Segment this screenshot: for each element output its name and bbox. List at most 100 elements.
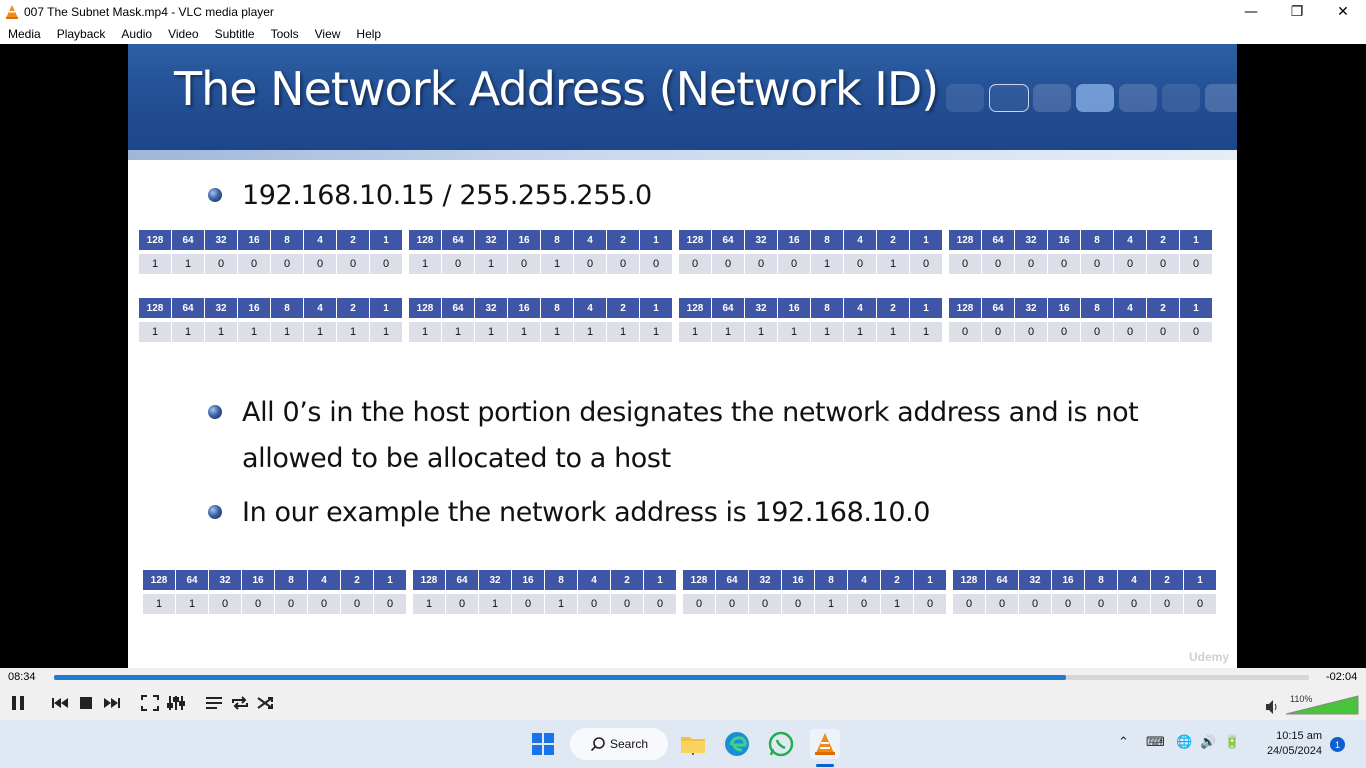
menu-help[interactable]: Help	[348, 27, 389, 41]
stop-button[interactable]	[74, 692, 98, 714]
bit-weight-cell: 4	[574, 298, 606, 318]
octet-3: 128 64 32 16 8 4 2 1 0 0 0 0 1 0 1 0	[679, 230, 943, 274]
bit-weight-cell: 1	[640, 298, 672, 318]
bit-weight-cell: 64	[712, 298, 744, 318]
header-stripe	[128, 150, 1237, 160]
menu-audio[interactable]: Audio	[113, 27, 160, 41]
bit-value-row: 10101000	[413, 590, 677, 614]
bit-value-row: 11111111	[679, 318, 943, 342]
bit-weight-cell: 4	[308, 570, 340, 590]
keyboard-icon[interactable]: ⌨	[1146, 735, 1165, 750]
octet-3: 128 64 32 16 8 4 2 1 0 0 0 0 1 0 1 0	[683, 570, 947, 614]
notification-badge[interactable]: 1	[1330, 737, 1345, 752]
bit-value-cell: 1	[607, 322, 639, 342]
bit-weight-cell: 128	[949, 298, 981, 318]
vlc-app-icon	[6, 4, 18, 19]
bit-value-cell: 0	[683, 594, 715, 614]
bullet-line-2: allowed to be allocated to a host	[242, 443, 671, 474]
extended-settings-button[interactable]	[164, 692, 188, 714]
menu-media[interactable]: Media	[0, 27, 49, 41]
bit-weight-cell: 64	[442, 230, 474, 250]
previous-button[interactable]	[48, 692, 72, 714]
playlist-button[interactable]	[202, 692, 226, 714]
start-button[interactable]	[528, 729, 558, 759]
clock-date: 24/05/2024	[1266, 745, 1322, 757]
bullet-ip-mask: 192.168.10.15 / 255.255.255.0	[208, 173, 652, 219]
bit-weight-cell: 8	[815, 570, 847, 590]
bit-weight-cell: 16	[1048, 298, 1080, 318]
bit-weight-cell: 1	[910, 298, 942, 318]
remaining-time[interactable]: -02:04	[1326, 671, 1357, 683]
equalizer-icon	[167, 696, 185, 710]
close-button[interactable]: ✕	[1320, 0, 1366, 23]
elapsed-time[interactable]: 08:34	[8, 671, 36, 683]
bit-value-cell: 1	[910, 322, 942, 342]
bit-value-cell: 1	[811, 254, 843, 274]
bit-weight-cell: 4	[848, 570, 880, 590]
bit-value-cell: 1	[877, 254, 909, 274]
search-label: Search	[610, 737, 649, 751]
taskbar-search[interactable]: Search	[570, 728, 668, 760]
bit-value-cell: 0	[986, 594, 1018, 614]
shuffle-button[interactable]	[254, 692, 278, 714]
bit-value-cell: 0	[337, 254, 369, 274]
bit-weight-cell: 2	[877, 298, 909, 318]
menu-playback[interactable]: Playback	[49, 27, 114, 41]
menu-subtitle[interactable]: Subtitle	[207, 27, 263, 41]
bit-value-cell: 0	[1048, 254, 1080, 274]
show-hidden-icons-button[interactable]: ⌃	[1118, 735, 1129, 750]
clock[interactable]: 10:15 am 24/05/2024	[1252, 729, 1322, 759]
menu-video[interactable]: Video	[160, 27, 206, 41]
seek-bar[interactable]	[54, 675, 1309, 680]
bit-value-cell: 0	[1180, 254, 1212, 274]
bit-value-cell: 0	[949, 254, 981, 274]
bit-weight-cell: 2	[877, 230, 909, 250]
bit-weight-cell: 16	[238, 230, 270, 250]
edge-icon	[725, 732, 749, 756]
bit-value-row: 00000000	[949, 250, 1213, 274]
deco-block-7	[1205, 84, 1237, 112]
bit-value-cell: 0	[953, 594, 985, 614]
bit-value-cell: 0	[1081, 254, 1113, 274]
fullscreen-button[interactable]	[138, 692, 162, 714]
bit-value-cell: 1	[877, 322, 909, 342]
bit-weight-cell: 8	[1081, 298, 1113, 318]
video-area[interactable]: The Network Address (Network ID) 192.168…	[0, 44, 1366, 668]
pause-button[interactable]	[6, 692, 30, 714]
volume-tray-icon[interactable]: 🔊	[1200, 735, 1216, 750]
bit-weight-cell: 128	[679, 230, 711, 250]
menu-view[interactable]: View	[307, 27, 349, 41]
bit-weight-cell: 32	[745, 230, 777, 250]
bit-weight-cell: 1	[910, 230, 942, 250]
bit-value-cell: 0	[308, 594, 340, 614]
bullet-text: In our example the network address is 19…	[242, 497, 931, 528]
bit-value-cell: 0	[1081, 322, 1113, 342]
bit-value-row: 11000000	[139, 250, 403, 274]
bit-weight-cell: 32	[479, 570, 511, 590]
vlc-taskbar-button[interactable]	[810, 729, 840, 759]
restore-button[interactable]: ❐	[1274, 0, 1320, 23]
bit-weight-cell: 8	[541, 298, 573, 318]
battery-icon[interactable]: 🔋	[1224, 735, 1240, 750]
bit-weight-cell: 8	[811, 230, 843, 250]
bit-weight-cell: 128	[409, 298, 441, 318]
bit-value-cell: 1	[442, 322, 474, 342]
next-button[interactable]	[100, 692, 124, 714]
bit-value-cell: 0	[1180, 322, 1212, 342]
minimize-button[interactable]: —	[1228, 0, 1274, 23]
bit-weight-cell: 2	[337, 298, 369, 318]
whatsapp-button[interactable]	[766, 729, 796, 759]
edge-button[interactable]	[722, 729, 752, 759]
bit-value-row: 00000000	[953, 590, 1217, 614]
bit-weight-cell: 128	[413, 570, 445, 590]
menu-tools[interactable]: Tools	[263, 27, 307, 41]
file-explorer-button[interactable]	[678, 729, 708, 759]
bit-value-cell: 1	[370, 322, 402, 342]
bit-weight-cell: 128	[139, 230, 171, 250]
bit-weight-cell: 4	[844, 230, 876, 250]
loop-button[interactable]	[228, 692, 252, 714]
bit-value-cell: 1	[139, 322, 171, 342]
network-icon[interactable]: 🌐	[1176, 735, 1192, 750]
bit-weight-cell: 128	[949, 230, 981, 250]
bit-value-cell: 0	[341, 594, 373, 614]
